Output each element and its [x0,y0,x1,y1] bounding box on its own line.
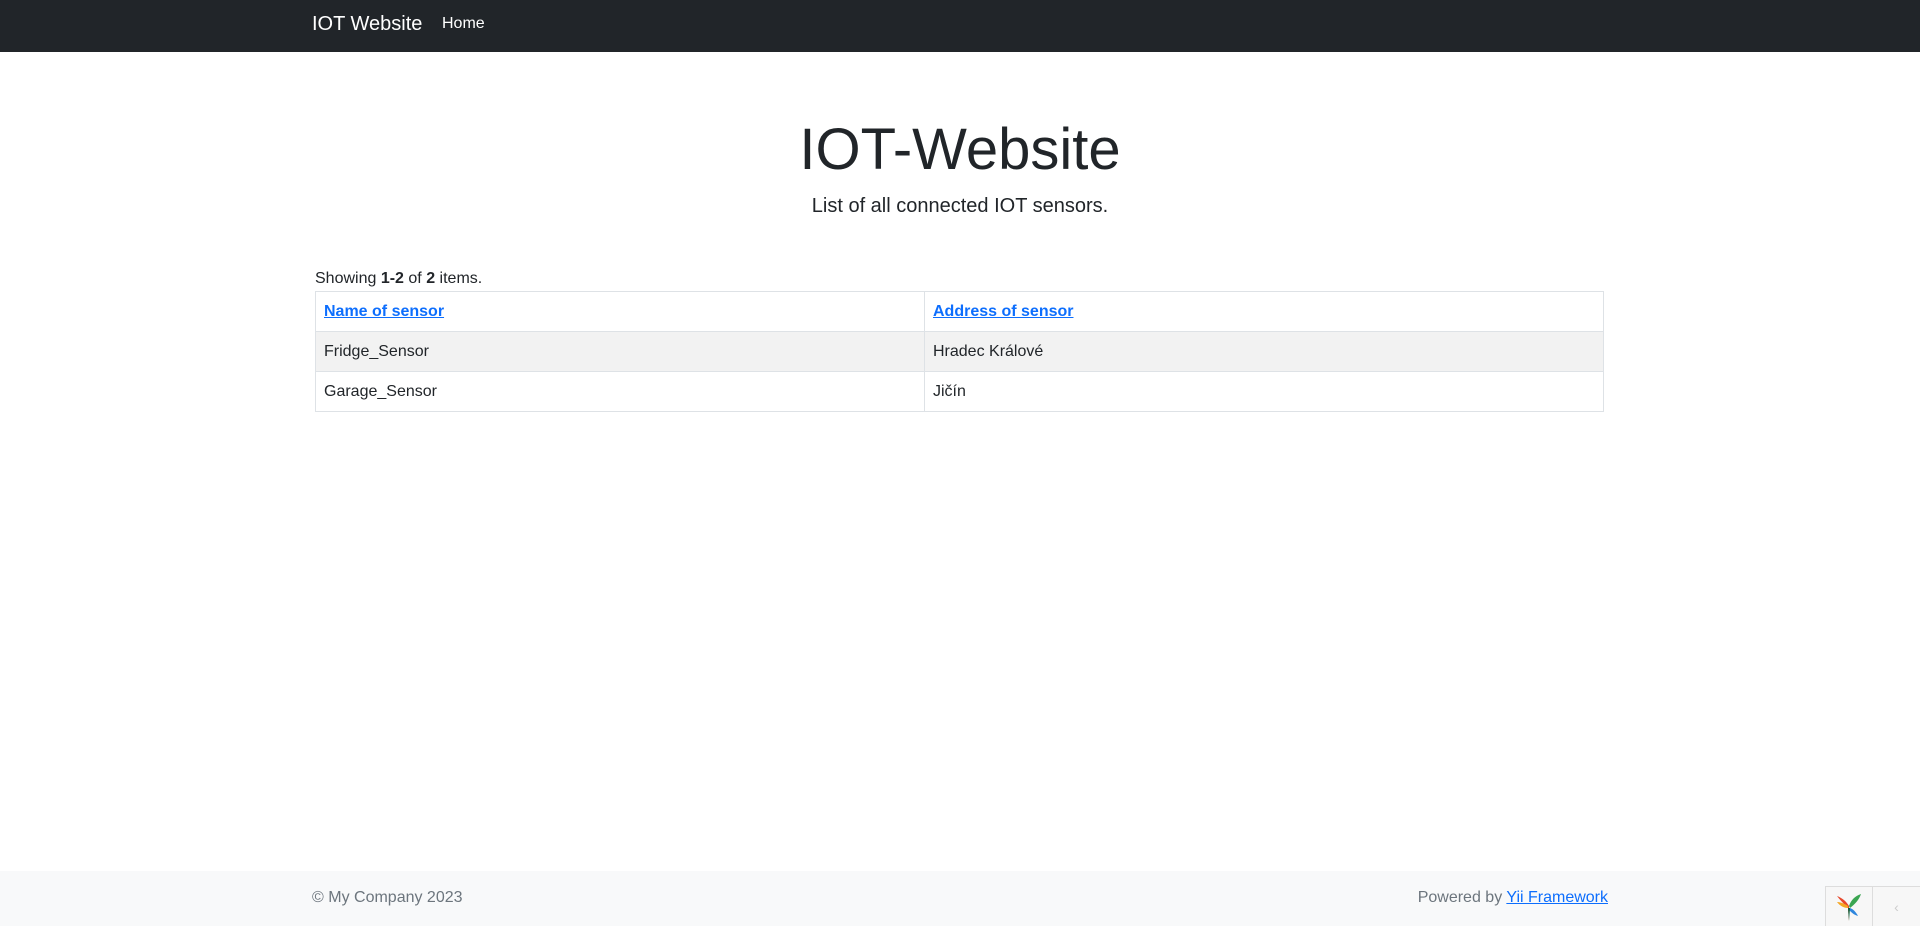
summary-total: 2 [426,270,436,287]
summary-suffix: items. [435,270,483,287]
cell-sensor-name: Fridge_Sensor [315,331,925,372]
debug-toolbar: ‹ [1825,886,1920,926]
chevron-left-icon[interactable]: ‹ [1873,887,1920,926]
brand-link[interactable]: IOT Website [312,13,422,36]
nav-link-home[interactable]: Home [442,15,485,33]
footer: © My Company 2023 Powered by Yii Framewo… [0,871,1920,926]
grid-summary: Showing 1-2 of 2 items. [315,269,482,289]
cell-sensor-name: Garage_Sensor [315,371,925,412]
table-row: Garage_Sensor Jičín [315,371,1604,412]
hero: IOT-Website List of all connected IOT se… [312,112,1608,220]
table-row: Fridge_Sensor Hradec Králové [315,331,1604,372]
summary-range: 1-2 [380,270,404,287]
yii-logo-graphic [1837,893,1861,921]
sort-link-address[interactable]: Address of sensor [933,303,1073,320]
powered-by: Powered by Yii Framework [1418,889,1608,907]
yii-logo-icon[interactable] [1826,887,1873,926]
page-lead: List of all connected IOT sensors. [811,195,1109,217]
cell-sensor-address: Hradec Králové [924,331,1604,372]
column-header-address: Address of sensor [924,291,1604,332]
cell-sensor-address: Jičín [924,371,1604,412]
summary-prefix: Showing [315,270,381,287]
yii-framework-link[interactable]: Yii Framework [1506,889,1608,906]
powered-by-label: Powered by [1417,889,1507,906]
navbar: IOT Website Home [0,0,1920,52]
summary-of: of [403,270,427,287]
page-title: IOT-Website [799,117,1121,182]
sort-link-name[interactable]: Name of sensor [324,303,444,320]
copyright-text: © My Company 2023 [312,889,463,906]
column-header-name: Name of sensor [315,291,925,332]
sensor-table: Name of sensor Address of sensor Fridge_… [315,291,1604,412]
table-header-row: Name of sensor Address of sensor [315,291,1604,332]
